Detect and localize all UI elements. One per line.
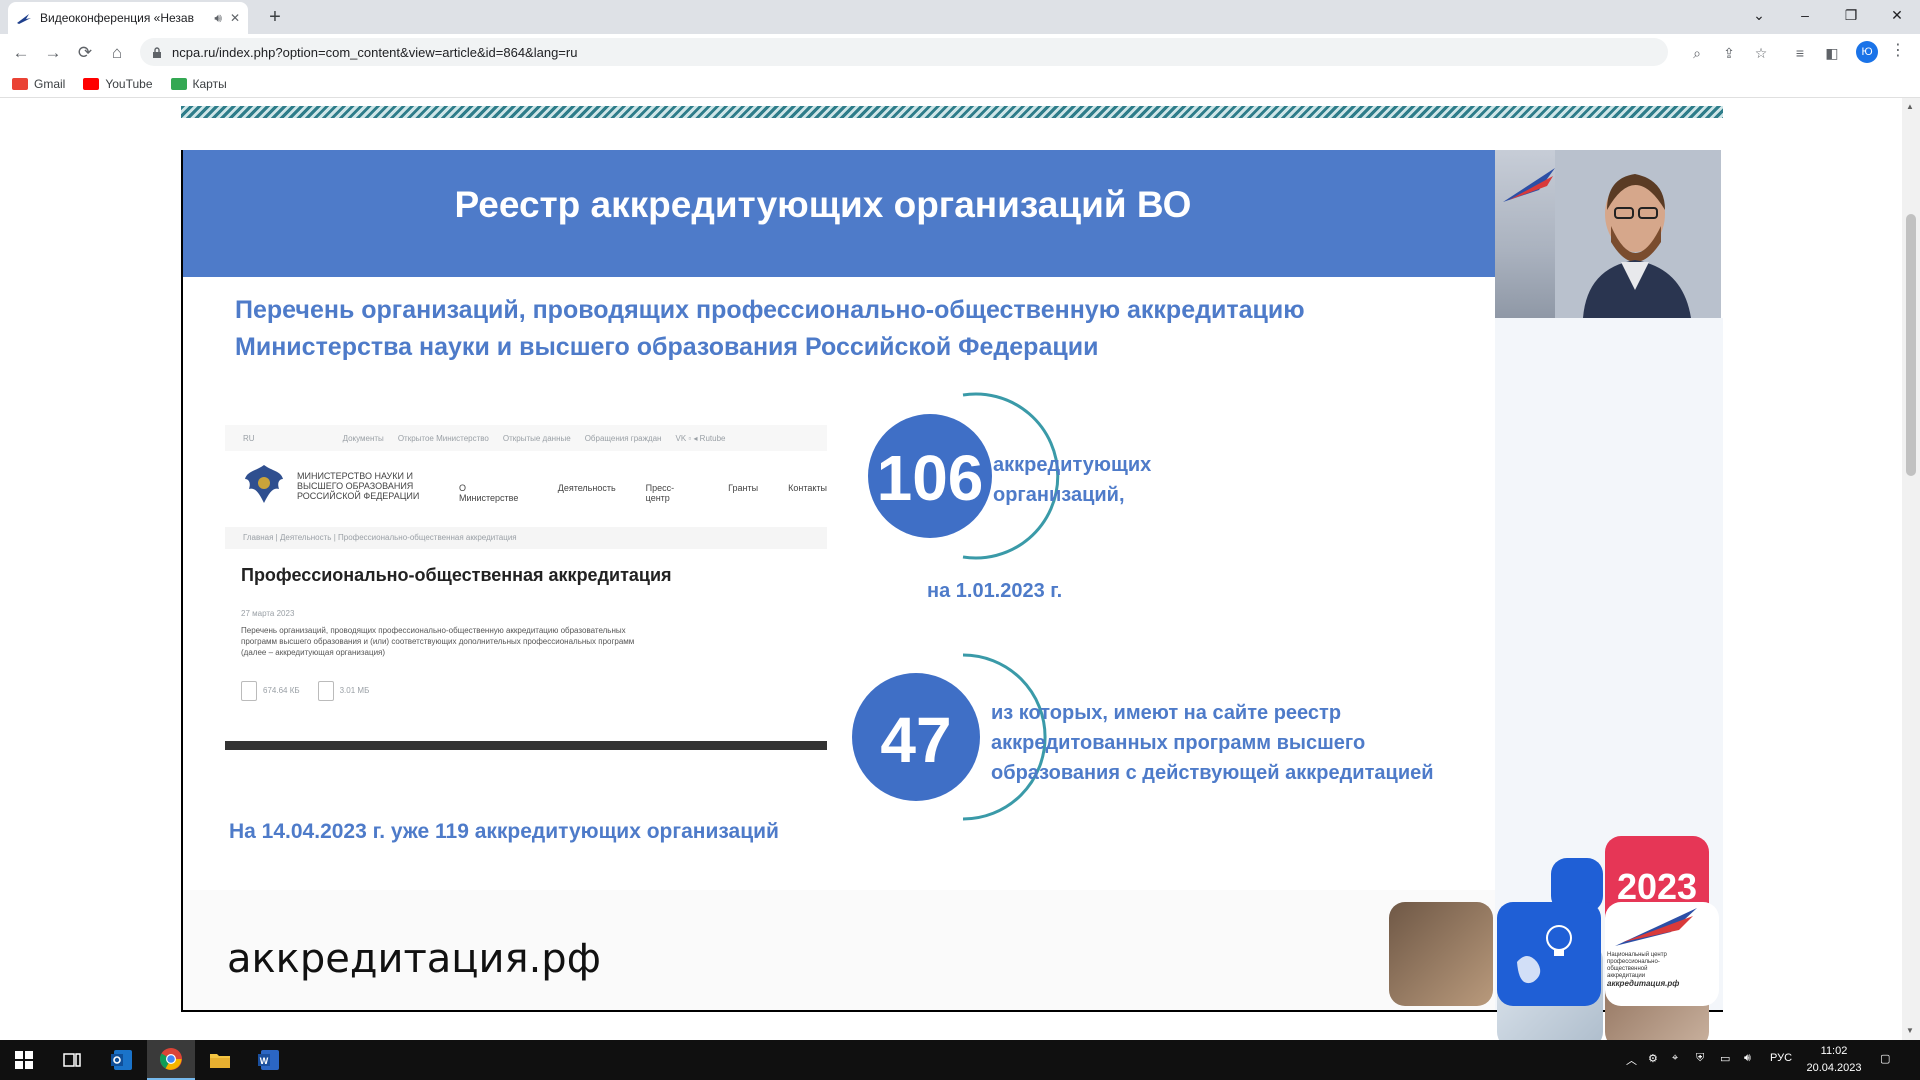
stat-1-date: на 1.01.2023 г. xyxy=(927,580,1063,602)
outlook-icon xyxy=(111,1050,132,1070)
stat-number-47: 47 xyxy=(880,704,951,776)
logo-caption: Национальный центр профессионально-общес… xyxy=(1607,952,1680,988)
maps-icon xyxy=(170,77,187,90)
presentation-slide: Реестр аккредитующих организаций ВО Пере… xyxy=(183,150,1495,1010)
tray-language[interactable]: РУС xyxy=(1770,1052,1792,1064)
restore-button[interactable]: ❐ xyxy=(1828,0,1874,30)
ncpa-logo-tile: Национальный центр профессионально-общес… xyxy=(1605,902,1719,1006)
start-button[interactable] xyxy=(0,1040,48,1080)
tray-location-icon[interactable]: ⌖ xyxy=(1672,1052,1678,1065)
url-text: ncpa.ru/index.php?option=com_content&vie… xyxy=(172,44,578,60)
notification-icon[interactable]: ▢ xyxy=(1880,1052,1890,1065)
bookmark-gmail[interactable]: Gmail xyxy=(12,77,65,91)
speaker-video-icon xyxy=(1503,150,1721,318)
stat-1-label: аккредитующих организаций, xyxy=(993,454,1152,506)
clock-time: 11:02 xyxy=(1820,1045,1848,1057)
browser-toolbar: ← → ⟳ ⌂ ncpa.ru/index.php?option=com_con… xyxy=(0,34,1920,70)
new-tab-button[interactable]: + xyxy=(262,5,288,31)
youtube-icon xyxy=(83,77,100,90)
profile-avatar[interactable]: Ю xyxy=(1856,41,1878,63)
lightbulb-icon xyxy=(1517,925,1572,984)
tray-chevron-icon[interactable]: ︿ xyxy=(1626,1052,1637,1068)
share-icon[interactable]: ⇪ xyxy=(1719,43,1739,63)
gmail-icon xyxy=(12,77,28,90)
bookmark-label: YouTube xyxy=(105,76,153,91)
browser-tab[interactable]: Видеоконференция «Незав 🔊︎ ✕ xyxy=(8,2,248,34)
minimize-button[interactable]: – xyxy=(1782,0,1828,30)
taskbar-word[interactable]: W xyxy=(245,1040,293,1080)
taskbar-outlook[interactable] xyxy=(98,1040,146,1080)
taskbar-explorer[interactable] xyxy=(196,1040,244,1080)
page-scrollbar[interactable]: ▲ ▼ xyxy=(1902,98,1920,1040)
tray-clock[interactable]: 11:02 20.04.2023 xyxy=(1804,1043,1864,1077)
home-icon[interactable]: ⌂ xyxy=(104,40,130,66)
taskbar-chrome[interactable] xyxy=(147,1040,195,1080)
clock-date: 20.04.2023 xyxy=(1806,1062,1862,1074)
decorative-stripe xyxy=(181,106,1723,118)
tab-title: Видеоконференция «Незав xyxy=(40,11,194,25)
menu-icon[interactable]: ⋮ xyxy=(1890,40,1906,60)
tray-display-icon[interactable]: ▭ xyxy=(1720,1052,1730,1065)
bookmark-youtube[interactable]: YouTube xyxy=(83,76,153,91)
tray-volume-icon[interactable]: 🔊︎ xyxy=(1744,1052,1751,1065)
address-bar[interactable]: ncpa.ru/index.php?option=com_content&vie… xyxy=(140,38,1668,66)
tray-network-icon[interactable]: ⚙ xyxy=(1648,1052,1658,1065)
tray-shield-icon[interactable]: ⛨ xyxy=(1696,1052,1704,1065)
windows-taskbar: W ︿ ⚙ ⌖ ⛨ ▭ 🔊︎ РУС 11:02 20.04.2023 ▢ xyxy=(0,1040,1920,1080)
zoom-icon[interactable]: ⌕ xyxy=(1687,43,1707,63)
side-panel-icon[interactable]: ◧ xyxy=(1822,43,1842,63)
page-viewport: Реестр аккредитующих организаций ВО Пере… xyxy=(0,98,1902,1040)
forward-icon[interactable]: → xyxy=(40,40,66,66)
slide-note: На 14.04.2023 г. уже 119 аккредитующих о… xyxy=(229,820,779,843)
tab-strip: Видеоконференция «Незав 🔊︎ ✕ + ⌄ – ❐ ✕ xyxy=(0,0,1920,34)
video-player[interactable]: Реестр аккредитующих организаций ВО Пере… xyxy=(181,150,1723,1040)
reload-icon[interactable]: ⟳ xyxy=(72,40,98,66)
tab-search-icon[interactable]: ⌄ xyxy=(1736,0,1782,30)
scroll-up-icon[interactable]: ▲ xyxy=(1906,102,1914,111)
slide-site-url: аккредитация.рф xyxy=(227,936,601,982)
bookmark-label: Gmail xyxy=(34,76,66,91)
scroll-down-icon[interactable]: ▼ xyxy=(1906,1026,1914,1035)
conference-photo xyxy=(1389,902,1493,1006)
ideas-illustration-tile xyxy=(1497,902,1601,1006)
windows-logo-icon xyxy=(15,1051,33,1069)
bookmark-star-icon[interactable]: ☆ xyxy=(1751,43,1771,63)
lock-icon xyxy=(153,46,161,58)
task-view-button[interactable] xyxy=(48,1040,96,1080)
ncpa-logo-icon xyxy=(1615,908,1697,946)
speaker-webcam xyxy=(1495,150,1721,318)
svg-text:W: W xyxy=(260,1056,269,1066)
folder-icon xyxy=(210,1054,230,1068)
task-view-icon xyxy=(63,1053,81,1067)
chrome-icon xyxy=(160,1048,182,1070)
ncpa-favicon-icon xyxy=(17,14,31,24)
slide-right-column: 2023 xyxy=(1495,150,1723,1040)
bookmark-label: Карты xyxy=(192,76,227,91)
word-icon: W xyxy=(258,1050,279,1070)
speaker-icon[interactable]: 🔊︎ xyxy=(214,11,222,26)
close-window-button[interactable]: ✕ xyxy=(1874,0,1920,30)
bookmarks-bar: Gmail YouTube Карты xyxy=(0,70,1920,98)
back-icon[interactable]: ← xyxy=(8,40,34,66)
scroll-thumb[interactable] xyxy=(1906,214,1916,476)
stat-number-106: 106 xyxy=(877,442,984,514)
bookmark-maps[interactable]: Карты xyxy=(170,76,227,91)
tab-close-icon[interactable]: ✕ xyxy=(230,11,240,25)
stat-2-label: из которых, имеют на сайте реестр аккред… xyxy=(991,702,1434,784)
stat-graphics: 106 47 xyxy=(852,392,1060,821)
reading-list-icon[interactable]: ≡ xyxy=(1790,43,1810,63)
